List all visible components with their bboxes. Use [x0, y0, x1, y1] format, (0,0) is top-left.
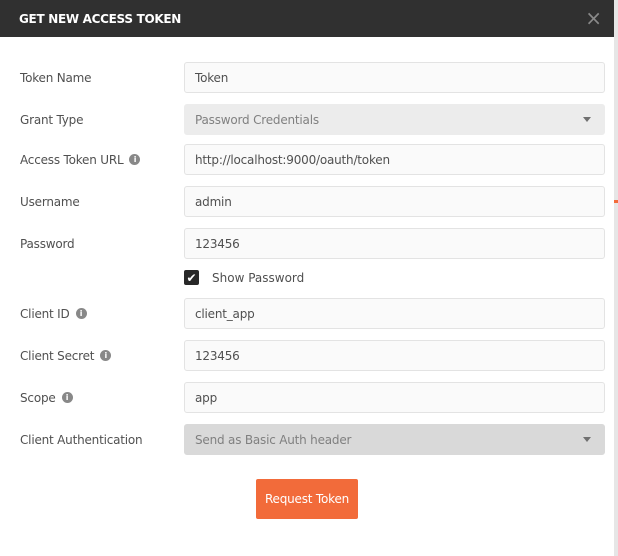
- chevron-down-icon: [583, 117, 591, 122]
- grant-type-label: Grant Type: [20, 104, 83, 135]
- client-authentication-select[interactable]: Send as Basic Auth header: [184, 424, 605, 455]
- show-password-label[interactable]: Show Password: [212, 271, 304, 285]
- client-secret-input[interactable]: 123456: [184, 340, 605, 371]
- label-text: Token Name: [20, 70, 92, 85]
- background-app-edge: [614, 0, 618, 556]
- show-password-checkbox[interactable]: ✔: [184, 270, 199, 285]
- scope-label: Scope i: [20, 382, 73, 413]
- scope-input[interactable]: app: [184, 382, 605, 413]
- request-token-button[interactable]: Request Token: [256, 479, 358, 519]
- label-text: Password: [20, 236, 75, 251]
- client-secret-label: Client Secret i: [20, 340, 112, 371]
- info-icon[interactable]: i: [100, 350, 112, 361]
- client-authentication-value: Send as Basic Auth header: [195, 432, 352, 447]
- info-icon[interactable]: i: [61, 392, 73, 403]
- background-accent-line: [614, 200, 618, 203]
- dialog-header: GET NEW ACCESS TOKEN: [0, 0, 614, 37]
- client-id-input[interactable]: client_app: [184, 298, 605, 329]
- chevron-down-icon: [583, 437, 591, 442]
- label-text: Client Secret: [20, 348, 95, 363]
- username-input[interactable]: admin: [184, 186, 605, 217]
- label-text: Client ID: [20, 306, 70, 321]
- grant-type-select[interactable]: Password Credentials: [184, 104, 605, 135]
- get-token-dialog: GET NEW ACCESS TOKEN × Token Name Token …: [0, 0, 614, 556]
- access-token-url-input[interactable]: http://localhost:9000/oauth/token: [184, 144, 605, 175]
- grant-type-value: Password Credentials: [195, 112, 319, 127]
- username-label: Username: [20, 186, 80, 217]
- label-text: Client Authentication: [20, 432, 143, 447]
- password-label: Password: [20, 228, 75, 259]
- password-input[interactable]: 123456: [184, 228, 605, 259]
- label-text: Access Token URL: [20, 152, 124, 167]
- label-text: Grant Type: [20, 112, 84, 127]
- token-name-label: Token Name: [20, 62, 92, 93]
- token-name-input[interactable]: Token: [184, 62, 605, 93]
- client-id-label: Client ID i: [20, 298, 87, 329]
- client-authentication-label: Client Authentication: [20, 424, 143, 455]
- info-icon[interactable]: i: [75, 308, 87, 319]
- dialog-title: GET NEW ACCESS TOKEN: [19, 11, 182, 26]
- close-icon[interactable]: ×: [585, 6, 602, 30]
- info-icon[interactable]: i: [129, 154, 141, 165]
- checkmark-icon: ✔: [186, 270, 197, 285]
- label-text: Username: [20, 194, 80, 209]
- label-text: Scope: [20, 390, 56, 405]
- access-token-url-label: Access Token URL i: [20, 144, 141, 175]
